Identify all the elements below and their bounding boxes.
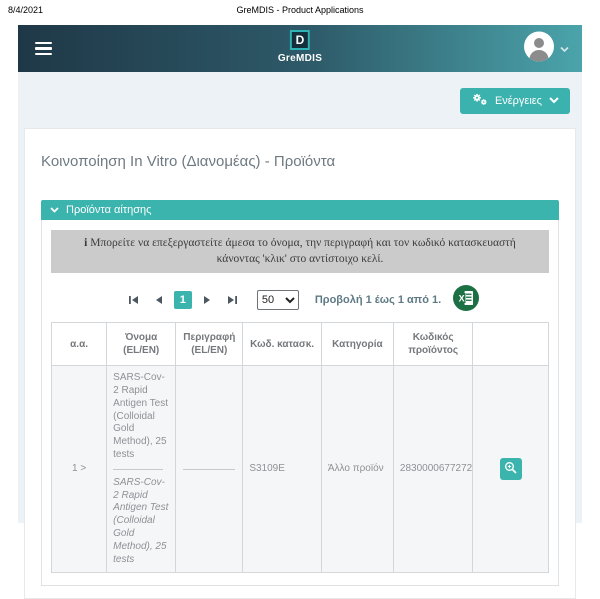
cell-name[interactable]: SARS-Cov-2 Rapid Antigen Test (Colloidal… (107, 366, 176, 573)
page: { "print_header": { "date": "8/4/2021", … (0, 0, 600, 523)
hamburger-menu-icon[interactable] (35, 42, 52, 56)
brand[interactable]: D GreMDIS (278, 30, 322, 64)
cell-description[interactable] (176, 366, 243, 573)
view-product-button[interactable] (500, 458, 522, 480)
next-page-button[interactable] (199, 293, 217, 307)
cell-actions (473, 366, 549, 573)
print-title: GreMDIS - Product Applications (0, 5, 600, 15)
products-panel-header[interactable]: Προϊόντα αίτησης (41, 200, 559, 220)
info-text: Μπορείτε να επεξεργαστείτε άμεσα το όνομ… (87, 237, 515, 265)
brand-logo-icon: D (290, 30, 310, 50)
brand-name: GreMDIS (278, 53, 322, 64)
first-page-button[interactable] (124, 293, 143, 307)
svg-text:X: X (459, 294, 465, 304)
pagination-summary: Προβολή 1 έως 1 από 1. (315, 294, 441, 306)
col-header-manufacturer-code: Κωδ. κατασκ. (243, 323, 322, 366)
products-panel-title: Προϊόντα αίτησης (66, 204, 151, 216)
user-menu[interactable] (524, 31, 569, 66)
top-navbar: D GreMDIS (18, 25, 582, 72)
cell-product-code: 2830000677272 (393, 366, 473, 573)
table-header-row: α.α. Όνομα (EL/EN) Περιγραφή (EL/EN) Κωδ… (52, 323, 549, 366)
product-name-en: SARS-Cov-2 Rapid Antigen Test (Colloidal… (113, 477, 169, 567)
col-header-category: Κατηγορία (321, 323, 393, 366)
col-header-index: α.α. (52, 323, 107, 366)
page-size-select[interactable]: 50 (257, 290, 299, 310)
excel-icon: X (453, 285, 479, 314)
cell-category: Άλλο προϊόν (321, 366, 393, 573)
user-avatar-icon (524, 31, 554, 66)
export-excel-button[interactable]: X (453, 285, 479, 314)
actions-chevron-down-icon (549, 95, 559, 107)
actions-button[interactable]: Ενέργειες (460, 88, 570, 114)
last-page-button[interactable] (223, 293, 242, 307)
products-panel-body: i Μπορείτε να επεξεργαστείτε άμεσα το όν… (41, 220, 559, 586)
product-name-el: SARS-Cov-2 Rapid Antigen Test (Colloidal… (113, 372, 169, 462)
table-row: 1 > SARS-Cov-2 Rapid Antigen Test (Collo… (52, 366, 549, 573)
info-message: i Μπορείτε να επεξεργαστείτε άμεσα το όν… (51, 230, 549, 273)
products-panel: Προϊόντα αίτησης i Μπορείτε να επεξεργασ… (41, 200, 559, 586)
zoom-in-icon (504, 461, 517, 477)
col-header-description: Περιγραφή (EL/EN) (176, 323, 243, 366)
name-divider (113, 469, 162, 470)
user-chevron-down-icon (560, 40, 569, 58)
app-window: D GreMDIS (18, 25, 582, 523)
cell-manufacturer-code[interactable]: S3109E (243, 366, 322, 573)
current-page-button[interactable]: 1 (174, 291, 192, 309)
description-divider (183, 469, 235, 470)
actions-row: Ενέργειες (18, 72, 582, 128)
page-title: Κοινοποίηση In Vitro (Διανομέας) - Προϊό… (41, 153, 559, 170)
actions-button-label: Ενέργειες (495, 95, 542, 107)
print-date: 8/4/2021 (8, 5, 43, 15)
previous-page-button[interactable] (149, 293, 167, 307)
col-header-actions (473, 323, 549, 366)
content-card: Κοινοποίηση In Vitro (Διανομέας) - Προϊό… (24, 128, 576, 599)
gears-icon (471, 93, 488, 109)
col-header-product-code: Κωδικός προϊόντος (393, 323, 473, 366)
cell-index[interactable]: 1 > (52, 366, 107, 573)
collapse-chevron-down-icon (50, 204, 59, 216)
pagination-bar: 1 50 Προβολή 1 έως 1 από 1. (51, 285, 549, 314)
products-table: α.α. Όνομα (EL/EN) Περιγραφή (EL/EN) Κωδ… (51, 322, 549, 573)
print-header: 8/4/2021 GreMDIS - Product Applications (0, 5, 600, 19)
col-header-name: Όνομα (EL/EN) (107, 323, 176, 366)
